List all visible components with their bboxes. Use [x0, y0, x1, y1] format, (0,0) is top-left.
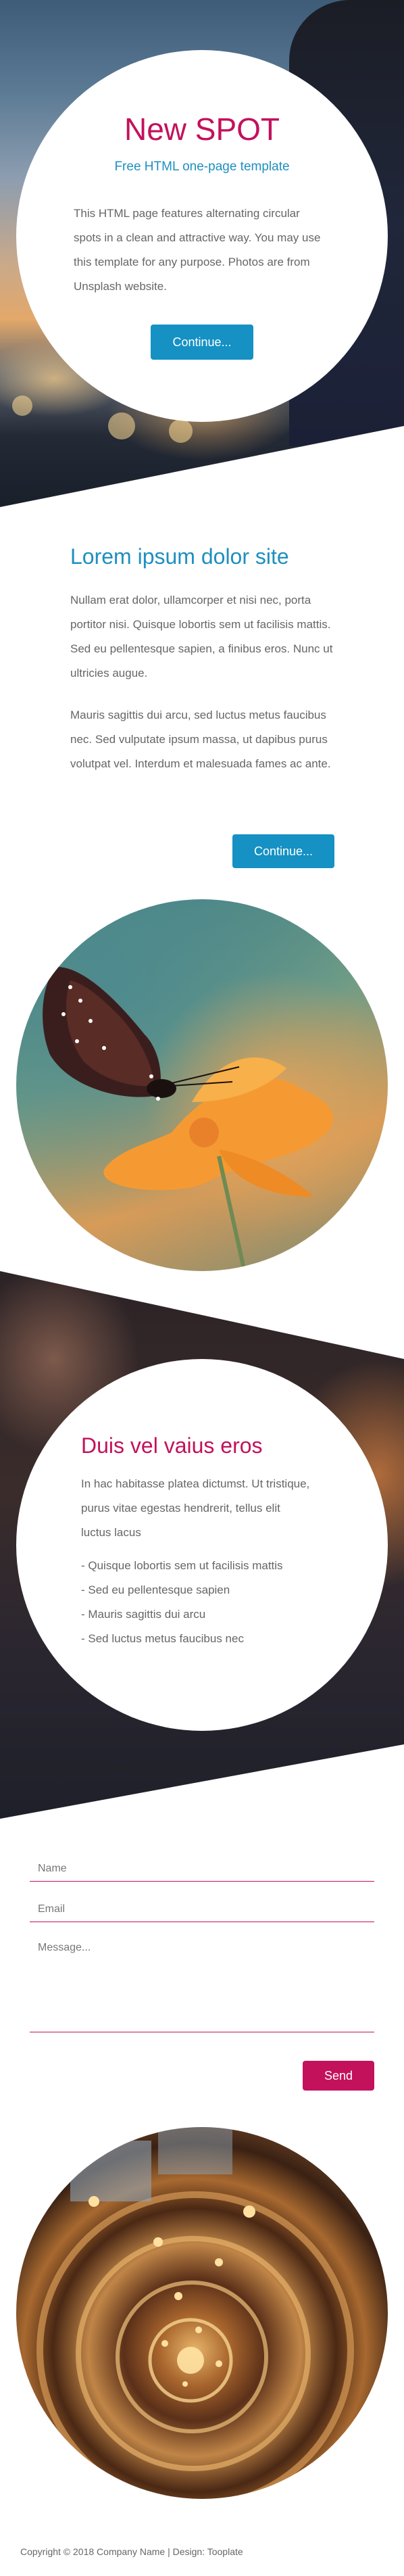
hero-section: New SPOT Free HTML one-page template Thi… — [0, 0, 404, 507]
butterfly-photo — [16, 899, 388, 1271]
skylight-window — [70, 2141, 151, 2201]
footer-copyright: Copyright © 2018 Company Name | Design: … — [20, 2546, 243, 2557]
features-paragraph: In hac habitasse platea dictumst. Ut tri… — [81, 1477, 310, 1539]
bokeh-light — [12, 396, 32, 416]
message-field[interactable] — [30, 1934, 374, 2032]
about-continue-button[interactable]: Continue... — [232, 834, 334, 868]
features-title: Duis vel vaius eros — [81, 1433, 263, 1458]
butterfly-flower-illustration — [43, 967, 333, 1271]
hero-continue-button[interactable]: Continue... — [151, 325, 253, 360]
features-list: - Quisque lobortis sem ut facilisis matt… — [81, 1554, 283, 1651]
staircase-photo — [16, 2127, 388, 2499]
features-section: Duis vel vaius eros In hac habitasse pla… — [0, 1271, 404, 1819]
butterfly-section — [0, 872, 404, 1271]
hero-circle: New SPOT Free HTML one-page template Thi… — [16, 50, 388, 422]
skylight-window — [158, 2127, 232, 2174]
list-item: - Quisque lobortis sem ut facilisis matt… — [81, 1559, 283, 1572]
contact-section: Send — [0, 1819, 404, 2103]
about-title: Lorem ipsum dolor site — [70, 544, 289, 569]
about-paragraph-2: Mauris sagittis dui arcu, sed luctus met… — [70, 709, 331, 770]
email-field[interactable] — [30, 1897, 374, 1922]
about-paragraph-1: Nullam erat dolor, ullamcorper et nisi n… — [70, 594, 333, 679]
staircase-section — [0, 2103, 404, 2508]
name-field[interactable] — [30, 1856, 374, 1882]
list-item: - Sed eu pellentesque sapien — [81, 1583, 230, 1596]
bokeh-light — [169, 419, 193, 443]
hero-title: New SPOT — [124, 112, 280, 147]
list-item: - Mauris sagittis dui arcu — [81, 1608, 206, 1621]
about-section: Lorem ipsum dolor site Nullam erat dolor… — [0, 507, 404, 872]
send-button[interactable]: Send — [303, 2061, 374, 2091]
hero-subtitle: Free HTML one-page template — [114, 160, 290, 174]
spiral-staircase-illustration — [36, 2127, 354, 2499]
bokeh-light — [108, 412, 135, 439]
list-item: - Sed luctus metus faucibus nec — [81, 1632, 244, 1645]
features-circle — [16, 1359, 388, 1731]
hero-text: This HTML page features alternating circ… — [74, 207, 321, 293]
